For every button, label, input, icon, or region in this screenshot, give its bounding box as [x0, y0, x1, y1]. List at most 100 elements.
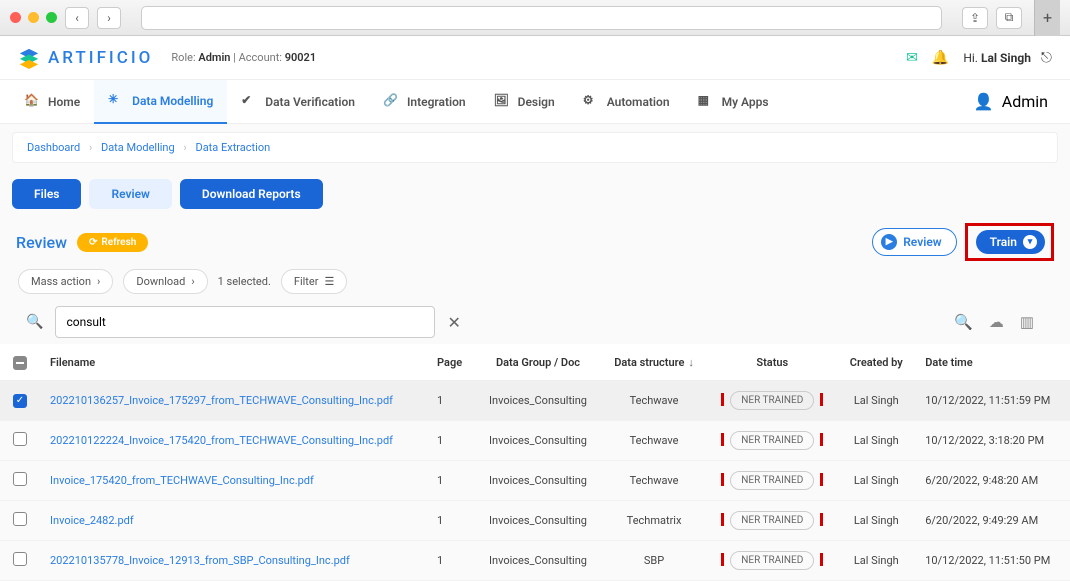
review-button[interactable]: ▶ Review — [872, 228, 956, 256]
train-button[interactable]: Train ▾ — [976, 230, 1045, 254]
filename-link[interactable]: Invoice_175420_from_TECHWAVE_Consulting_… — [50, 474, 314, 487]
home-icon: 🏠 — [24, 93, 42, 111]
status-highlight: NER TRAINED — [721, 433, 823, 446]
mail-icon[interactable]: ✉ — [906, 50, 918, 66]
row-checkbox[interactable] — [13, 552, 27, 566]
refresh-button[interactable]: ⟳Refresh — [77, 233, 148, 252]
cell-createdby: Lal Singh — [837, 541, 915, 581]
table-row[interactable]: 202210135778_Invoice_12913_from_SBP_Cons… — [0, 541, 1070, 581]
col-filename[interactable]: Filename — [40, 344, 427, 381]
col-datetime[interactable]: Date time — [915, 344, 1070, 381]
search-toggle-icon[interactable]: 🔍 — [954, 313, 973, 331]
traffic-lights — [10, 12, 57, 23]
user-greeting: Hi. Lal Singh — [963, 51, 1031, 65]
cell-struct: Techwave — [601, 461, 707, 501]
filter-button[interactable]: Filter☰ — [281, 269, 347, 294]
cell-group: Invoices_Consulting — [475, 461, 601, 501]
play-icon: ▶ — [881, 234, 897, 250]
bell-icon[interactable]: 🔔 — [932, 50, 949, 66]
files-table: Filename Page Data Group / Doc Data stru… — [0, 344, 1070, 581]
status-highlight: NER TRAINED — [721, 473, 823, 486]
forward-button[interactable]: › — [97, 7, 121, 29]
logo-text: ARTIFICIO — [48, 48, 153, 68]
status-highlight: NER TRAINED — [721, 553, 823, 566]
nav-home[interactable]: 🏠Home — [10, 80, 94, 124]
cell-struct: Techmatrix — [601, 501, 707, 541]
nav-integration[interactable]: 🔗Integration — [369, 80, 480, 124]
refresh-icon: ⟳ — [89, 237, 97, 248]
design-icon: 🖼 — [494, 93, 512, 111]
row-checkbox[interactable] — [13, 472, 27, 486]
chevron-right-icon: › — [97, 275, 100, 288]
nav-data-modelling[interactable]: ✳Data Modelling — [94, 80, 227, 124]
col-createdby[interactable]: Created by — [837, 344, 915, 381]
row-checkbox[interactable] — [13, 512, 27, 526]
col-datagroup[interactable]: Data Group / Doc — [475, 344, 601, 381]
minimize-window[interactable] — [28, 12, 39, 23]
clear-search-button[interactable]: ✕ — [447, 313, 460, 332]
filename-link[interactable]: Invoice_2482.pdf — [50, 514, 134, 527]
table-header-row: Filename Page Data Group / Doc Data stru… — [0, 344, 1070, 381]
search-input[interactable] — [55, 306, 435, 338]
new-tab-button[interactable]: + — [1034, 0, 1060, 36]
cell-page: 1 — [427, 541, 475, 581]
breadcrumb-dashboard[interactable]: Dashboard — [27, 141, 80, 154]
tabs-icon[interactable]: ⧉ — [996, 7, 1022, 29]
automation-icon: ⚙ — [583, 93, 601, 111]
cell-datetime: 10/12/2022, 11:51:50 PM — [915, 541, 1070, 581]
logout-icon[interactable]: ⎋ — [1041, 50, 1052, 66]
table-row[interactable]: Invoice_2482.pdf1Invoices_ConsultingTech… — [0, 501, 1070, 541]
status-badge: NER TRAINED — [730, 471, 814, 490]
filename-link[interactable]: 202210135778_Invoice_12913_from_SBP_Cons… — [50, 554, 350, 567]
cell-group: Invoices_Consulting — [475, 541, 601, 581]
row-checkbox[interactable] — [13, 432, 27, 446]
filename-link[interactable]: 202210122224_Invoice_175420_from_TECHWAV… — [50, 434, 393, 447]
tab-download-reports[interactable]: Download Reports — [180, 179, 323, 209]
chevron-down-icon: ▾ — [1023, 235, 1037, 249]
cell-createdby: Lal Singh — [837, 381, 915, 421]
col-datastruct[interactable]: Data structure↓ — [601, 344, 707, 381]
nav-admin[interactable]: 👤Admin — [974, 92, 1060, 111]
share-icon[interactable]: ⇪ — [962, 7, 988, 29]
chevron-right-icon: › — [183, 141, 186, 154]
admin-icon: 👤 — [974, 92, 994, 111]
col-status[interactable]: Status — [707, 344, 837, 381]
status-badge: NER TRAINED — [730, 391, 814, 410]
app-logo[interactable]: ARTIFICIO — [18, 47, 153, 69]
cell-page: 1 — [427, 461, 475, 501]
cell-createdby: Lal Singh — [837, 461, 915, 501]
status-highlight: NER TRAINED — [721, 513, 823, 526]
back-button[interactable]: ‹ — [65, 7, 89, 29]
nav-design[interactable]: 🖼Design — [480, 80, 569, 124]
mass-action-dropdown[interactable]: Mass action› — [18, 269, 113, 294]
cell-datetime: 10/12/2022, 11:51:59 PM — [915, 381, 1070, 421]
row-checkbox[interactable]: ✓ — [13, 394, 27, 408]
review-bar: Review ⟳Refresh ▶ Review Train ▾ — [0, 217, 1070, 265]
close-window[interactable] — [10, 12, 21, 23]
verification-icon: ✔ — [241, 93, 259, 111]
url-bar[interactable] — [141, 6, 942, 30]
maximize-window[interactable] — [46, 12, 57, 23]
breadcrumb-data-modelling[interactable]: Data Modelling — [101, 141, 175, 154]
table-row[interactable]: ✓ 202210136257_Invoice_175297_from_TECHWA… — [0, 381, 1070, 421]
app-header: ARTIFICIO Role: Admin | Account: 90021 ✉… — [0, 36, 1070, 80]
sub-tabs: Files Review Download Reports — [0, 171, 1070, 217]
select-all-checkbox[interactable] — [13, 356, 27, 370]
columns-icon[interactable]: ▥ — [1020, 313, 1034, 331]
cell-page: 1 — [427, 381, 475, 421]
breadcrumb-data-extraction[interactable]: Data Extraction — [195, 141, 270, 154]
search-icon: 🔍 — [26, 314, 43, 330]
col-page[interactable]: Page — [427, 344, 475, 381]
table-row[interactable]: Invoice_175420_from_TECHWAVE_Consulting_… — [0, 461, 1070, 501]
tab-files[interactable]: Files — [12, 179, 81, 209]
nav-my-apps[interactable]: ▦My Apps — [684, 80, 783, 124]
nav-data-verification[interactable]: ✔Data Verification — [227, 80, 369, 124]
download-dropdown[interactable]: Download› — [123, 269, 207, 294]
filename-link[interactable]: 202210136257_Invoice_175297_from_TECHWAV… — [50, 394, 393, 407]
train-highlight: Train ▾ — [965, 223, 1054, 261]
cloud-download-icon[interactable]: ☁ — [989, 313, 1004, 331]
tab-review[interactable]: Review — [89, 179, 171, 209]
sort-desc-icon: ↓ — [688, 356, 694, 369]
nav-automation[interactable]: ⚙Automation — [569, 80, 684, 124]
table-row[interactable]: 202210122224_Invoice_175420_from_TECHWAV… — [0, 421, 1070, 461]
